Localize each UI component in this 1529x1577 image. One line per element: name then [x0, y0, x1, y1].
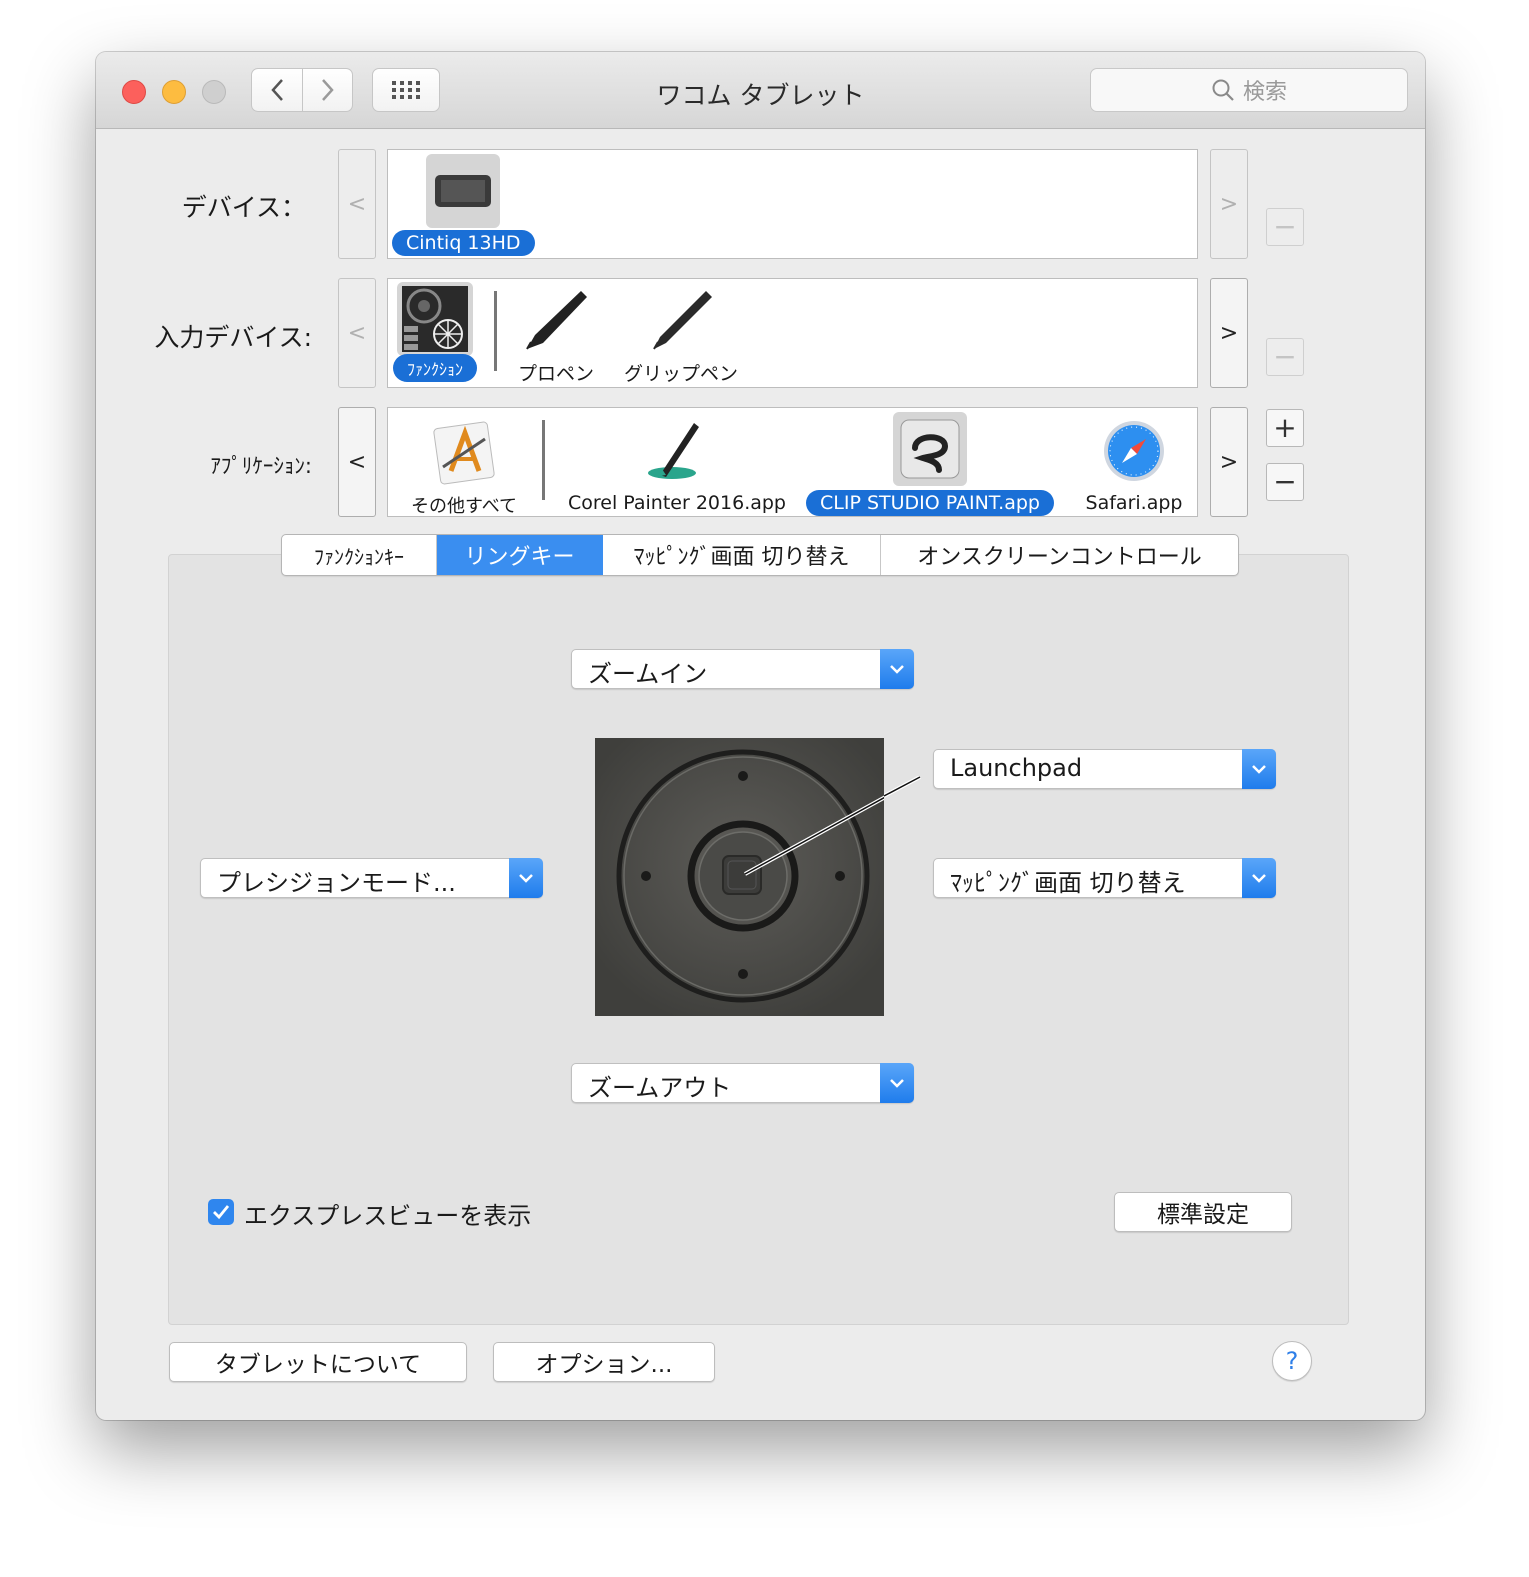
application-list: その他すべて Corel Painter 2016.app CLIP STUDI… [387, 407, 1198, 517]
input-item-grip-pen[interactable]: グリップペン [624, 285, 738, 386]
pen-icon [520, 285, 592, 355]
search-field[interactable]: 検索 [1090, 68, 1408, 112]
ring-center-value: Launchpad [950, 754, 1083, 782]
app-item-safari[interactable]: Safari.app [1084, 414, 1184, 514]
defaults-button[interactable]: 標準設定 [1114, 1192, 1292, 1232]
search-placeholder: 検索 [1242, 80, 1287, 105]
input-item-label-pro-pen: プロペン [518, 363, 595, 385]
app-item-all-others[interactable]: その他すべて [402, 414, 526, 518]
chevron-down-icon [509, 858, 543, 898]
safari-icon [1084, 414, 1184, 488]
chevron-down-icon [1242, 749, 1276, 789]
tab-function-keys[interactable]: ﾌｧﾝｸｼｮﾝｷｰ [282, 535, 437, 575]
input-item-label-function: ﾌｧﾝｸｼｮﾝ [393, 354, 478, 382]
input-prev-button[interactable]: < [338, 278, 376, 388]
app-add-button[interactable]: + [1266, 409, 1304, 447]
app-prev-button[interactable]: < [338, 407, 376, 517]
input-item-function[interactable]: ﾌｧﾝｸｼｮﾝ [393, 282, 478, 382]
tab-mapping-toggle[interactable]: ﾏｯﾋﾟﾝｸﾞ画面 切り替え [603, 535, 881, 575]
touch-ring-image [595, 738, 884, 1016]
input-row-label: 入力デバイス: [154, 323, 312, 352]
app-remove-button[interactable]: − [1266, 463, 1304, 501]
options-button[interactable]: オプション... [493, 1342, 715, 1382]
device-row-label: デバイス： [181, 193, 306, 222]
ring-bottom-value: ズームアウト [588, 1074, 732, 1102]
app-item-corel-painter[interactable]: Corel Painter 2016.app [566, 414, 788, 514]
input-next-button[interactable]: > [1210, 278, 1248, 388]
tablet-icon [426, 154, 501, 228]
input-item-pro-pen[interactable]: プロペン [518, 285, 594, 386]
app-row-label: ｱﾌﾟﾘｹｰｼｮﾝ: [210, 454, 312, 478]
tab-onscreen-controls[interactable]: オンスクリーンコントロール [881, 535, 1238, 575]
ring-left-value: プレシジョンモード... [217, 869, 456, 897]
app-item-label-corel-painter: Corel Painter 2016.app [567, 492, 786, 514]
app-item-clip-studio[interactable]: CLIP STUDIO PAINT.app [806, 412, 1054, 516]
separator [494, 291, 497, 371]
ring-left-popup[interactable]: プレシジョンモード... [200, 858, 543, 898]
express-view-checkbox[interactable] [208, 1199, 234, 1225]
device-list: Cintiq 13HD [387, 149, 1198, 259]
device-prev-button[interactable]: < [338, 149, 376, 259]
corel-painter-icon [566, 414, 788, 488]
input-item-label-grip-pen: グリップペン [624, 363, 739, 385]
device-item-cintiq[interactable]: Cintiq 13HD [392, 154, 535, 256]
chevron-down-icon [880, 649, 914, 689]
applications-icon [402, 414, 526, 488]
device-remove-button[interactable]: − [1266, 208, 1304, 246]
input-remove-button[interactable]: − [1266, 338, 1304, 376]
preferences-window: ワコム タブレット 検索 デバイス： < Cintiq 13HD > − 入力デ… [96, 52, 1425, 1420]
app-item-label-all-others: その他すべて [410, 496, 518, 517]
ring-bottom-popup[interactable]: ズームアウト [571, 1063, 914, 1103]
input-device-list: ﾌｧﾝｸｼｮﾝ プロペン グリップペン [387, 278, 1198, 388]
app-item-label-safari: Safari.app [1085, 492, 1183, 514]
tab-bar: ﾌｧﾝｸｼｮﾝｷｰ リングキー ﾏｯﾋﾟﾝｸﾞ画面 切り替え オンスクリーンコン… [281, 534, 1239, 576]
app-item-label-clip-studio: CLIP STUDIO PAINT.app [806, 490, 1054, 516]
express-view-label[interactable]: エクスプレスビューを表示 [244, 1196, 531, 1231]
chevron-down-icon [880, 1063, 914, 1103]
ring-right-value: ﾏｯﾋﾟﾝｸﾞ画面 切り替え [950, 869, 1186, 897]
search-icon [1212, 79, 1234, 101]
help-button[interactable]: ? [1272, 1341, 1312, 1381]
device-next-button[interactable]: > [1210, 149, 1248, 259]
device-item-label: Cintiq 13HD [392, 230, 535, 256]
ring-center-popup[interactable]: Launchpad [933, 749, 1276, 789]
ring-right-popup[interactable]: ﾏｯﾋﾟﾝｸﾞ画面 切り替え [933, 858, 1276, 898]
leader-line [884, 776, 921, 798]
pen-icon [626, 285, 736, 355]
ring-top-value: ズームイン [588, 660, 708, 688]
title-bar: ワコム タブレット 検索 [96, 52, 1425, 129]
separator [542, 420, 545, 500]
ring-top-popup[interactable]: ズームイン [571, 649, 914, 689]
app-next-button[interactable]: > [1210, 407, 1248, 517]
tab-ring-keys[interactable]: リングキー [437, 535, 603, 575]
clip-studio-icon [892, 412, 967, 486]
checkmark-icon [213, 1205, 230, 1220]
chevron-down-icon [1242, 858, 1276, 898]
about-tablet-button[interactable]: タブレットについて [169, 1342, 467, 1382]
express-keys-icon [397, 282, 473, 356]
